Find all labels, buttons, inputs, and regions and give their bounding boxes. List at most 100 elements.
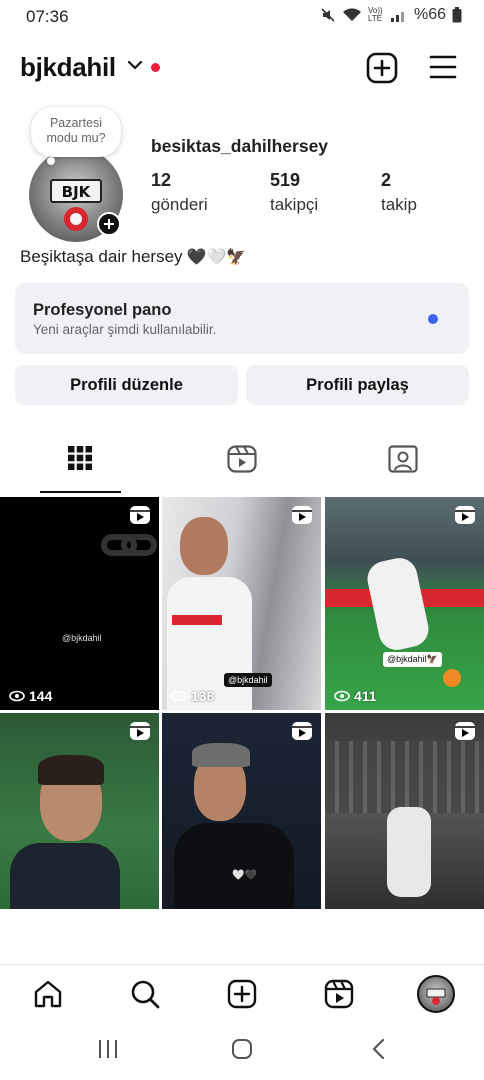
back-icon[interactable] xyxy=(368,1038,390,1060)
player-hair xyxy=(192,743,250,767)
followers-count-label: takipçi xyxy=(270,195,319,214)
share-profile-button[interactable]: Profili paylaş xyxy=(246,365,469,405)
reel-icon xyxy=(292,722,312,740)
post-watermark: @bjkdahil🦅 xyxy=(383,652,442,667)
player-figure xyxy=(364,554,432,654)
active-tab-indicator xyxy=(40,491,121,493)
posts-count[interactable]: 12 gönderi xyxy=(151,170,208,215)
reel-icon xyxy=(455,722,475,740)
dashboard-title: Profesyonel pano xyxy=(33,301,172,319)
reel-icon xyxy=(455,506,475,524)
status-icons: Vo)) LTE %66 xyxy=(320,6,462,24)
wifi-icon xyxy=(342,8,361,21)
view-count-value: 144 xyxy=(29,688,53,704)
play-count-icon xyxy=(9,690,25,702)
home-button-icon[interactable] xyxy=(231,1038,253,1060)
account-switcher[interactable]: bjkdahil xyxy=(20,52,116,83)
battery-icon xyxy=(452,7,462,23)
status-time: 07:36 xyxy=(26,7,69,26)
bio-emojis: 🖤🤍🦅 xyxy=(186,249,247,266)
posts-count-value: 12 xyxy=(151,170,172,190)
create-post-icon[interactable] xyxy=(366,52,398,84)
post-thumbnail[interactable]: 🤍🖤 xyxy=(162,713,321,909)
sponsor-stripe xyxy=(172,615,222,625)
chevron-down-icon[interactable] xyxy=(127,59,143,71)
post-watermark: @bjkdahil xyxy=(62,633,102,643)
signal-icon xyxy=(390,12,404,22)
nav-reels[interactable] xyxy=(322,977,356,1011)
tab-tagged[interactable] xyxy=(323,445,483,493)
view-count: 411 xyxy=(334,688,377,704)
post-thumbnail[interactable] xyxy=(325,713,484,909)
volte-label: Vo)) LTE xyxy=(367,6,383,23)
play-count-icon xyxy=(334,690,350,702)
nav-search[interactable] xyxy=(128,977,162,1011)
battery-percent: %66 xyxy=(413,6,446,23)
dashboard-indicator-dot xyxy=(428,314,438,324)
reel-icon xyxy=(292,506,312,524)
following-count[interactable]: 2 takip xyxy=(381,170,417,215)
note-line-1: Pazartesi xyxy=(49,116,103,130)
home-icon xyxy=(34,980,62,1008)
bjk-logo-icon xyxy=(426,988,446,1005)
recent-apps-icon[interactable] xyxy=(97,1038,119,1060)
ball xyxy=(443,669,461,687)
following-count-value: 2 xyxy=(381,170,392,190)
nav-home[interactable] xyxy=(31,977,65,1011)
note-line-2: modu mu? xyxy=(46,131,106,145)
nav-avatar xyxy=(417,975,455,1013)
status-bar: 07:36 Vo)) LTE %66 xyxy=(0,0,484,32)
view-count-value: 138 xyxy=(191,688,215,704)
profile-avatar[interactable]: BJK xyxy=(29,148,123,242)
player-hair xyxy=(38,755,104,785)
player-jersey xyxy=(174,823,294,909)
post-watermark: @bjkdahil xyxy=(224,673,272,687)
view-count-value: 411 xyxy=(354,688,377,704)
reels-icon xyxy=(227,445,257,473)
system-nav-bar xyxy=(0,1022,484,1080)
post-thumbnail[interactable] xyxy=(0,713,159,909)
post-thumbnail[interactable]: @bjkdahil 144 xyxy=(0,497,159,710)
menu-icon[interactable] xyxy=(429,54,457,80)
player-jersey xyxy=(10,843,120,909)
tagged-icon xyxy=(388,445,418,473)
following-count-label: takip xyxy=(381,195,417,214)
svg-text:BJK: BJK xyxy=(62,183,92,201)
profile-name: besiktas_dahilhersey xyxy=(151,136,329,156)
dashboard-subtitle: Yeni araçlar şimdi kullanılabilir. xyxy=(33,322,217,337)
nav-profile[interactable] xyxy=(416,974,456,1014)
create-icon xyxy=(227,979,257,1009)
professional-dashboard[interactable]: Profesyonel pano Yeni araçlar şimdi kull… xyxy=(15,283,469,354)
add-story-button[interactable] xyxy=(97,212,121,236)
chain-icon xyxy=(101,534,157,556)
followers-count-value: 519 xyxy=(270,170,301,190)
hearts-sticker: 🤍🖤 xyxy=(232,870,257,881)
reels-icon xyxy=(324,979,354,1009)
mute-icon xyxy=(321,8,335,22)
player-figure xyxy=(387,807,431,897)
edit-profile-button[interactable]: Profili düzenle xyxy=(15,365,238,405)
post-thumbnail[interactable]: @bjkdahil🦅 411 xyxy=(325,497,484,710)
plus-icon xyxy=(104,219,114,229)
play-count-icon xyxy=(171,690,187,702)
tab-posts[interactable] xyxy=(0,445,160,493)
reel-icon xyxy=(130,506,150,524)
followers-count[interactable]: 519 takipçi xyxy=(270,170,318,215)
bottom-nav xyxy=(0,964,484,1020)
tab-reels[interactable] xyxy=(162,445,322,493)
profile-header: bjkdahil xyxy=(0,44,484,90)
reel-icon xyxy=(130,722,150,740)
notification-dot xyxy=(151,63,160,72)
view-count: 138 xyxy=(171,688,214,704)
profile-bio: Beşiktaşa dair hersey 🖤🤍🦅 xyxy=(20,247,246,267)
player-face xyxy=(180,517,228,575)
posts-count-label: gönderi xyxy=(151,195,208,214)
note-bubble[interactable]: Pazartesi modu mu? xyxy=(31,107,121,165)
nav-create[interactable] xyxy=(225,977,259,1011)
search-icon xyxy=(131,980,160,1009)
view-count: 144 xyxy=(9,688,52,704)
bio-text: Beşiktaşa dair hersey xyxy=(20,247,183,266)
grid-icon xyxy=(68,446,92,470)
stadium-crowd xyxy=(325,741,484,813)
post-thumbnail[interactable]: @bjkdahil 138 xyxy=(162,497,321,710)
